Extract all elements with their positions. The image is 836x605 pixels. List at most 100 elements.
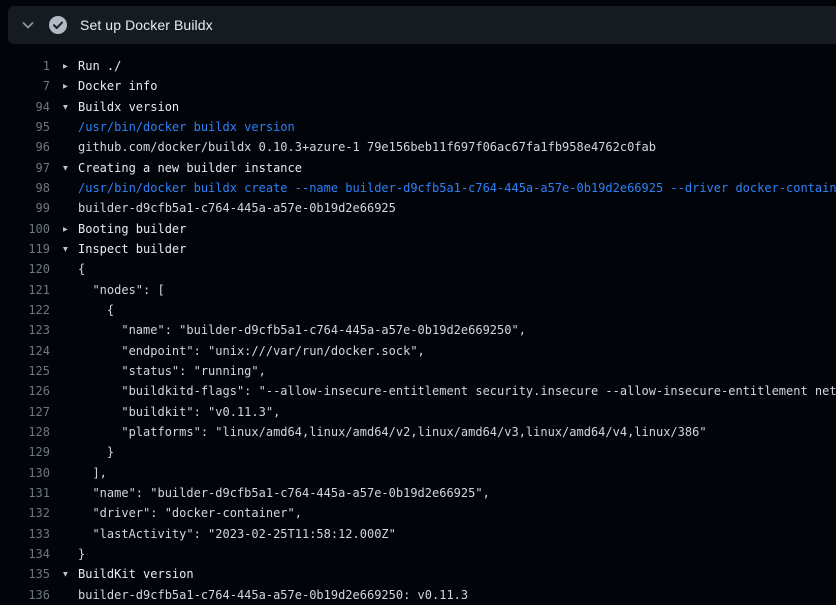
triangle-down-icon: ▼ (63, 570, 68, 579)
log-text: "buildkit": "v0.11.3", (50, 405, 836, 419)
line-number[interactable]: 126 (0, 384, 50, 398)
line-number[interactable]: 94 (0, 100, 50, 114)
log-text: ], (50, 466, 836, 480)
triangle-right-icon: ▶ (63, 62, 68, 71)
log-text: "name": "builder-d9cfb5a1-c764-445a-a57e… (50, 486, 836, 500)
log-line: 131 "name": "builder-d9cfb5a1-c764-445a-… (0, 483, 836, 503)
log-line-text: "name": "builder-d9cfb5a1-c764-445a-a57e… (78, 486, 490, 500)
line-number[interactable]: 128 (0, 425, 50, 439)
line-number[interactable]: 119 (0, 242, 50, 256)
log-line: 127 "buildkit": "v0.11.3", (0, 402, 836, 422)
log-line: 121 "nodes": [ (0, 280, 836, 300)
line-number[interactable]: 134 (0, 547, 50, 561)
log-line: 120 { (0, 259, 836, 279)
log-text: "driver": "docker-container", (50, 506, 836, 520)
log-group-toggle[interactable]: ▼Inspect builder (50, 242, 836, 256)
log-text: "endpoint": "unix:///var/run/docker.sock… (50, 344, 836, 358)
check-circle-icon (48, 15, 68, 35)
line-number[interactable]: 97 (0, 161, 50, 175)
line-number[interactable]: 96 (0, 140, 50, 154)
log-line: 130 ], (0, 463, 836, 483)
line-number[interactable]: 124 (0, 344, 50, 358)
log-line: 122 { (0, 300, 836, 320)
log-text: } (50, 445, 836, 459)
line-number[interactable]: 1 (0, 59, 50, 73)
line-number[interactable]: 123 (0, 323, 50, 337)
log-group-toggle[interactable]: ▼Creating a new builder instance (50, 161, 836, 175)
log-line: 99 builder-d9cfb5a1-c764-445a-a57e-0b19d2… (0, 198, 836, 218)
log-line-text: Run ./ (78, 59, 121, 73)
step-title: Set up Docker Buildx (80, 17, 213, 33)
log-line-text: "driver": "docker-container", (78, 506, 302, 520)
line-number[interactable]: 132 (0, 506, 50, 520)
log-line-text: "name": "builder-d9cfb5a1-c764-445a-a57e… (78, 323, 526, 337)
log-text: } (50, 547, 836, 561)
log-group-toggle[interactable]: ▶ Run ./ (50, 59, 836, 73)
log-line-text: "buildkitd-flags": "--allow-insecure-ent… (78, 384, 836, 398)
log-line: 129 } (0, 442, 836, 462)
log-line-text: /usr/bin/docker buildx create --name bui… (78, 181, 836, 195)
log-line-text: /usr/bin/docker buildx version (78, 120, 295, 134)
log-text: github.com/docker/buildx 0.10.3+azure-1 … (50, 140, 836, 154)
log-line-text: { (78, 262, 85, 276)
log-text: "buildkitd-flags": "--allow-insecure-ent… (50, 384, 836, 398)
log-line: 126 "buildkitd-flags": "--allow-insecure… (0, 381, 836, 401)
log-line-text: builder-d9cfb5a1-c764-445a-a57e-0b19d2e6… (78, 588, 468, 602)
line-number[interactable]: 136 (0, 588, 50, 602)
log-line: 135 ▼ BuildKit version (0, 564, 836, 584)
log-line: 133 "lastActivity": "2023-02-25T11:58:12… (0, 524, 836, 544)
log-group-toggle[interactable]: ▶Docker info (50, 79, 836, 93)
line-number[interactable]: 122 (0, 303, 50, 317)
line-number[interactable]: 129 (0, 445, 50, 459)
line-number[interactable]: 131 (0, 486, 50, 500)
log-line: 128 "platforms": "linux/amd64,linux/amd6… (0, 422, 836, 442)
line-number[interactable]: 95 (0, 120, 50, 134)
log-line-text: builder-d9cfb5a1-c764-445a-a57e-0b19d2e6… (78, 201, 396, 215)
line-number[interactable]: 121 (0, 283, 50, 297)
line-number[interactable]: 100 (0, 222, 50, 236)
log-line: 124 "endpoint": "unix:///var/run/docker.… (0, 341, 836, 361)
log-text: "lastActivity": "2023-02-25T11:58:12.000… (50, 527, 836, 541)
log-line: 123 "name": "builder-d9cfb5a1-c764-445a-… (0, 320, 836, 340)
log-group-toggle[interactable]: ▶Booting builder (50, 222, 836, 236)
log-text: "status": "running", (50, 364, 836, 378)
log-line-text: ], (78, 466, 107, 480)
log-line-text: Docker info (78, 79, 157, 93)
line-number[interactable]: 125 (0, 364, 50, 378)
log-line-text: "buildkit": "v0.11.3", (78, 405, 280, 419)
log-line: 136 builder-d9cfb5a1-c764-445a-a57e-0b19d… (0, 585, 836, 605)
line-number[interactable]: 127 (0, 405, 50, 419)
log-line: 97▼Creating a new builder instance (0, 158, 836, 178)
log-line-text: Buildx version (78, 100, 179, 114)
log-group-toggle[interactable]: ▼ Buildx version (50, 100, 836, 114)
line-number[interactable]: 120 (0, 262, 50, 276)
line-number[interactable]: 98 (0, 181, 50, 195)
log-line: 119▼Inspect builder (0, 239, 836, 259)
log-line: 132 "driver": "docker-container", (0, 503, 836, 523)
log-line: 100▶Booting builder (0, 219, 836, 239)
line-number[interactable]: 99 (0, 201, 50, 215)
log-text: /usr/bin/docker buildx version (50, 120, 836, 134)
log-line-text: } (78, 445, 114, 459)
log-line-text: BuildKit version (78, 567, 194, 581)
triangle-down-icon: ▼ (63, 102, 68, 111)
line-number[interactable]: 135 (0, 567, 50, 581)
log-line: 94 ▼ Buildx version (0, 97, 836, 117)
step-header[interactable]: Set up Docker Buildx (8, 6, 836, 44)
log-line-text: Booting builder (78, 222, 186, 236)
log-line-text: "endpoint": "unix:///var/run/docker.sock… (78, 344, 425, 358)
line-number[interactable]: 130 (0, 466, 50, 480)
line-number[interactable]: 7 (0, 79, 50, 93)
log-line-text: "platforms": "linux/amd64,linux/amd64/v2… (78, 425, 707, 439)
chevron-down-icon[interactable] (20, 17, 36, 33)
log-line: 1 ▶ Run ./ (0, 56, 836, 76)
log-line-text: Creating a new builder instance (78, 161, 302, 175)
log-line: 7▶Docker info (0, 76, 836, 96)
log-text: /usr/bin/docker buildx create --name bui… (50, 181, 836, 195)
log-text: "platforms": "linux/amd64,linux/amd64/v2… (50, 425, 836, 439)
line-number[interactable]: 133 (0, 527, 50, 541)
log-line: 95/usr/bin/docker buildx version (0, 117, 836, 137)
log-line: 125 "status": "running", (0, 361, 836, 381)
log-group-toggle[interactable]: ▼ BuildKit version (50, 567, 836, 581)
log-line: 96github.com/docker/buildx 0.10.3+azure-… (0, 137, 836, 157)
